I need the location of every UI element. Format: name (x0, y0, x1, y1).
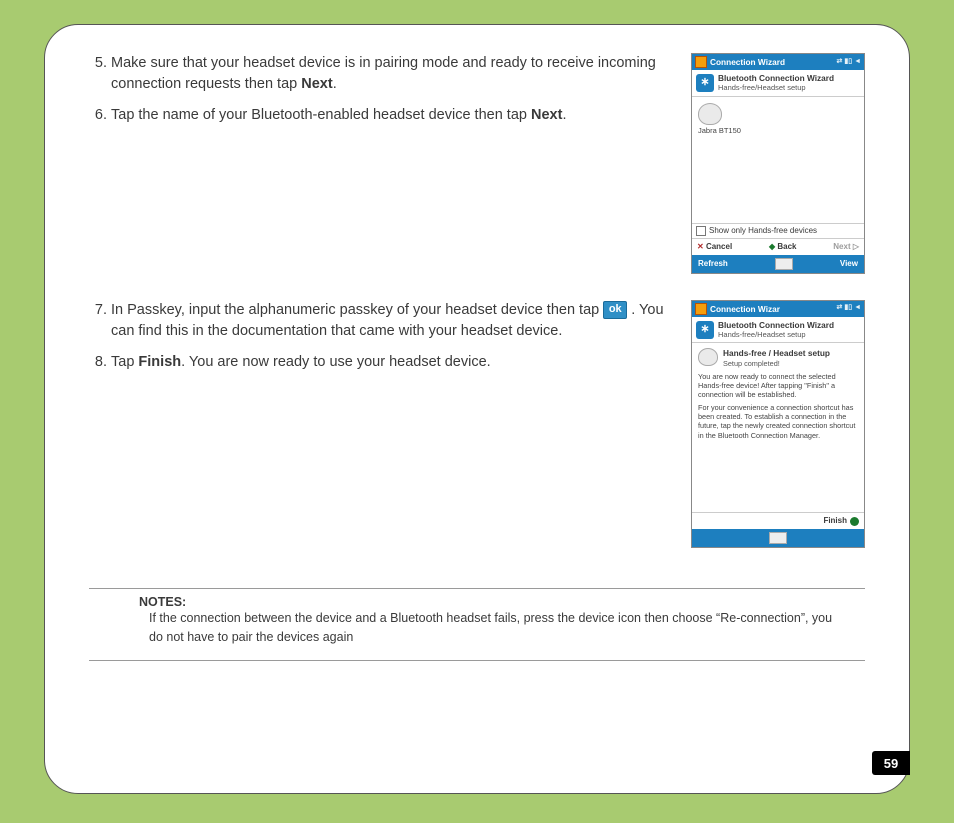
step-5: Make sure that your headset device is in… (111, 53, 673, 95)
setup-complete-row: Hands-free / Headset setup Setup complet… (698, 348, 858, 367)
instruction-text: Make sure that your headset device is in… (89, 53, 673, 136)
phone1-softkey-bar: Refresh View (692, 255, 864, 273)
content-area: Make sure that your headset device is in… (89, 53, 865, 667)
step-8: Tap Finish. You are now ready to use you… (111, 352, 673, 373)
step-5-text: Make sure that your headset device is in… (111, 55, 656, 92)
step-7-text-a: In Passkey, input the alphanumeric passk… (111, 302, 603, 318)
phone1-titlebar: Connection Wizard ⇄ ▮▯ ◄ (692, 54, 864, 70)
divider (89, 588, 865, 589)
setup-title: Hands-free / Headset setup (723, 348, 830, 358)
ok-icon: ok (603, 301, 627, 319)
bluetooth-icon: ∗ (696, 74, 714, 92)
setup-subtitle: Setup completed! (723, 359, 830, 368)
step-6-bold: Next (531, 107, 562, 123)
softkey-left-empty (698, 533, 700, 543)
notes-section: NOTES: If the connection between the dev… (89, 574, 865, 666)
start-icon (695, 303, 707, 315)
step-7: In Passkey, input the alphanumeric passk… (111, 300, 673, 342)
next-button[interactable]: Next ▷ (833, 242, 859, 252)
step-6: Tap the name of your Bluetooth-enabled h… (111, 105, 673, 126)
phone2-softkey-bar (692, 529, 864, 547)
finish-button[interactable]: Finish (823, 516, 847, 526)
step-8-text-b: . You are now ready to use your headset … (181, 354, 491, 370)
phone1-button-bar: ✕ Cancel ◆ Back Next ▷ (692, 238, 864, 255)
signal-icon: ▮▯ (844, 58, 852, 67)
phone-screenshot-2: Connection Wizar ⇄ ▮▯ ◄ ∗ Bluetooth Conn… (691, 300, 865, 549)
phone1-header: ∗ Bluetooth Connection Wizard Hands-free… (692, 70, 864, 97)
connectivity-icon: ⇄ (836, 304, 842, 313)
phone2-titlebar: Connection Wizar ⇄ ▮▯ ◄ (692, 301, 864, 317)
page-number: 59 (872, 751, 910, 775)
softkey-right-empty (856, 533, 858, 543)
step-6-end: . (562, 107, 566, 123)
step-8-text-a: Tap (111, 354, 138, 370)
phone2-title: Connection Wizar (710, 304, 780, 314)
finish-icon (850, 517, 859, 526)
divider (89, 660, 865, 661)
instruction-text-2: In Passkey, input the alphanumeric passk… (89, 300, 673, 383)
step-8-bold: Finish (138, 354, 181, 370)
notes-body: If the connection between the device and… (139, 609, 835, 645)
headset-icon (698, 348, 718, 366)
keyboard-icon[interactable] (775, 258, 793, 270)
phone2-header: ∗ Bluetooth Connection Wizard Hands-free… (692, 317, 864, 344)
document-page: Make sure that your headset device is in… (44, 24, 910, 794)
phone1-checkbox-label: Show only Hands-free devices (709, 226, 817, 236)
phone2-paragraph-1: You are now ready to connect the selecte… (698, 372, 858, 399)
connectivity-icon: ⇄ (836, 58, 842, 67)
signal-icon: ▮▯ (844, 304, 852, 313)
notes-title: NOTES: (139, 595, 835, 609)
bluetooth-icon: ∗ (696, 321, 714, 339)
section-1: Make sure that your headset device is in… (89, 53, 865, 274)
back-button[interactable]: ◆ Back (769, 242, 797, 252)
start-icon (695, 56, 707, 68)
section-2: In Passkey, input the alphanumeric passk… (89, 300, 865, 549)
volume-icon: ◄ (854, 58, 861, 67)
phone2-paragraph-2: For your convenience a connection shortc… (698, 403, 858, 439)
phone1-header-title: Bluetooth Connection Wizard (718, 73, 834, 83)
device-item[interactable]: Jabra BT150 (698, 103, 750, 135)
phone-screenshot-1: Connection Wizard ⇄ ▮▯ ◄ ∗ Bluetooth Con… (691, 53, 865, 274)
phone1-header-sub: Hands-free/Headset setup (718, 83, 834, 92)
headset-icon (698, 103, 722, 125)
device-name: Jabra BT150 (698, 126, 741, 135)
phone2-header-title: Bluetooth Connection Wizard (718, 320, 834, 330)
phone1-title: Connection Wizard (710, 57, 785, 67)
step-5-bold: Next (301, 76, 332, 92)
softkey-view[interactable]: View (840, 259, 858, 269)
phone2-body: Hands-free / Headset setup Setup complet… (692, 343, 864, 512)
softkey-refresh[interactable]: Refresh (698, 259, 728, 269)
phone2-header-sub: Hands-free/Headset setup (718, 330, 834, 339)
phone1-system-tray: ⇄ ▮▯ ◄ (836, 58, 861, 67)
keyboard-icon[interactable] (769, 532, 787, 544)
phone2-system-tray: ⇄ ▮▯ ◄ (836, 304, 861, 313)
step-5-end: . (333, 76, 337, 92)
phone1-filter-row[interactable]: Show only Hands-free devices (692, 223, 864, 238)
checkbox-icon[interactable] (696, 226, 706, 236)
volume-icon: ◄ (854, 304, 861, 313)
cancel-button[interactable]: ✕ Cancel (697, 242, 732, 252)
phone1-device-list: Jabra BT150 (692, 97, 864, 223)
step-6-text: Tap the name of your Bluetooth-enabled h… (111, 107, 531, 123)
phone2-finish-bar: Finish (692, 512, 864, 529)
